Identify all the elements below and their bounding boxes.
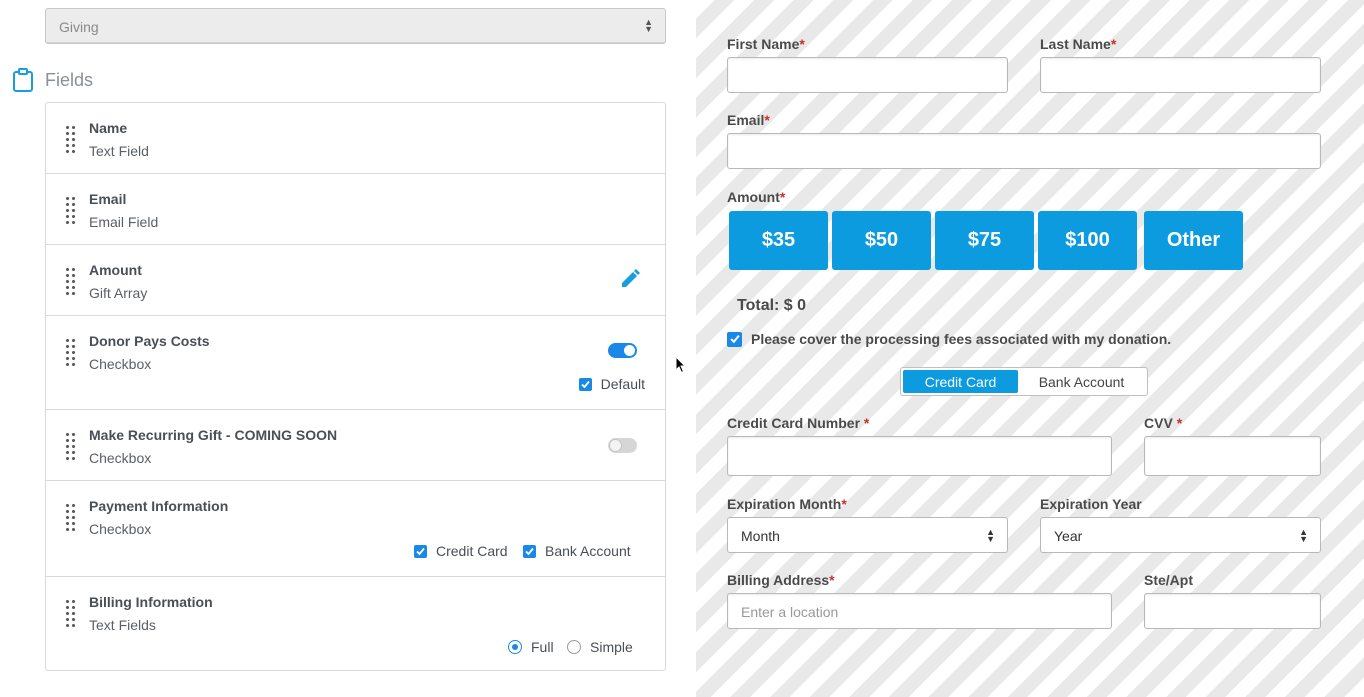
toggle-knob <box>624 345 635 356</box>
field-name: Name <box>89 120 128 136</box>
radio-selected-icon <box>508 640 522 654</box>
email-label: Email* <box>727 112 770 128</box>
clipboard-icon <box>13 68 33 92</box>
field-row-name[interactable]: Name Text Field <box>46 103 665 174</box>
cc-number-input[interactable] <box>727 436 1112 476</box>
checkbox-checked-icon <box>727 331 742 347</box>
field-name: Email <box>89 191 127 207</box>
cvv-input[interactable] <box>1144 436 1321 476</box>
checkbox-checked-icon <box>523 544 536 558</box>
payment-option-credit-card[interactable]: Credit Card <box>414 543 508 559</box>
select-arrows-icon: ▲ ▼ <box>1299 527 1308 544</box>
radio-unselected-icon <box>567 640 581 654</box>
cover-fees-label: Please cover the processing fees associa… <box>751 331 1172 347</box>
amount-button-other[interactable]: Other <box>1144 211 1243 270</box>
option-label: Full <box>531 639 554 655</box>
drag-handle-icon[interactable] <box>66 268 76 296</box>
billing-option-simple[interactable]: Simple <box>567 639 633 655</box>
ste-apt-input[interactable] <box>1144 593 1321 629</box>
field-row-payment-information[interactable]: Payment Information Checkbox Credit Card… <box>46 481 665 577</box>
checkbox-checked-icon <box>578 377 592 391</box>
last-name-input[interactable] <box>1040 57 1321 93</box>
field-row-amount[interactable]: Amount Gift Array <box>46 245 665 316</box>
field-row-billing-information[interactable]: Billing Information Text Fields Full Sim… <box>46 577 665 670</box>
donor-pays-toggle[interactable] <box>608 343 637 358</box>
tab-bank-account[interactable]: Bank Account <box>1018 370 1145 393</box>
field-type: Text Field <box>89 143 149 159</box>
first-name-input[interactable] <box>727 57 1008 93</box>
fields-title: Fields <box>45 69 94 90</box>
cvv-label: CVV * <box>1144 415 1183 431</box>
field-row-email[interactable]: Email Email Field <box>46 174 665 245</box>
payment-method-toggle: Credit Card Bank Account <box>900 367 1148 396</box>
amount-button-50[interactable]: $50 <box>832 211 931 270</box>
option-label: Credit Card <box>436 543 508 559</box>
drag-handle-icon[interactable] <box>66 600 76 628</box>
form-builder-panel: Giving ▲ ▼ Fields Name Text Field Email E… <box>0 0 690 697</box>
field-type: Checkbox <box>89 356 152 372</box>
drag-handle-icon[interactable] <box>66 504 76 532</box>
cover-fees-checkbox[interactable]: Please cover the processing fees associa… <box>727 331 1171 347</box>
tab-credit-card[interactable]: Credit Card <box>903 370 1018 393</box>
amount-button-35[interactable]: $35 <box>729 211 828 270</box>
exp-month-value: Month <box>741 528 780 544</box>
exp-month-select[interactable]: Month ▲ ▼ <box>727 517 1008 553</box>
first-name-label: First Name* <box>727 36 805 52</box>
default-label: Default <box>600 376 645 392</box>
drag-handle-icon[interactable] <box>66 126 76 154</box>
amount-label: Amount* <box>727 189 786 205</box>
cc-number-label: Credit Card Number * <box>727 415 870 431</box>
field-name: Amount <box>89 262 142 278</box>
field-name: Donor Pays Costs <box>89 333 210 349</box>
billing-address-input[interactable]: Enter a location <box>727 593 1112 629</box>
field-type: Gift Array <box>89 285 148 301</box>
exp-year-label: Expiration Year <box>1040 496 1142 512</box>
drag-handle-icon[interactable] <box>66 339 76 367</box>
field-type: Email Field <box>89 214 159 230</box>
billing-address-label: Billing Address* <box>727 572 835 588</box>
default-checkbox[interactable]: Default <box>578 376 645 392</box>
option-label: Simple <box>590 639 633 655</box>
field-type: Checkbox <box>89 450 152 466</box>
payment-option-bank-account[interactable]: Bank Account <box>523 543 631 559</box>
field-name: Payment Information <box>89 498 229 514</box>
field-type: Text Fields <box>89 617 156 633</box>
amount-button-100[interactable]: $100 <box>1038 211 1137 270</box>
last-name-label: Last Name* <box>1040 36 1117 52</box>
mouse-cursor-icon <box>675 356 686 374</box>
field-row-donor-pays-costs[interactable]: Donor Pays Costs Checkbox Default <box>46 316 665 410</box>
form-type-value: Giving <box>59 19 99 35</box>
field-type: Checkbox <box>89 521 152 537</box>
drag-handle-icon[interactable] <box>66 197 76 225</box>
checkbox-checked-icon <box>414 544 427 558</box>
email-input[interactable] <box>727 133 1321 169</box>
total-amount: Total: $ 0 <box>737 297 807 314</box>
field-name: Make Recurring Gift - COMING SOON <box>89 427 338 443</box>
field-row-recurring-gift[interactable]: Make Recurring Gift - COMING SOON Checkb… <box>46 410 665 481</box>
ste-apt-label: Ste/Apt <box>1144 572 1193 588</box>
select-arrows-icon: ▲ ▼ <box>644 17 653 34</box>
exp-year-value: Year <box>1054 528 1083 544</box>
select-arrows-icon: ▲ ▼ <box>986 527 995 544</box>
exp-month-label: Expiration Month* <box>727 496 847 512</box>
recurring-gift-toggle[interactable] <box>608 438 637 453</box>
field-name: Billing Information <box>89 594 213 610</box>
field-list: Name Text Field Email Email Field Amount… <box>45 102 666 671</box>
form-type-select[interactable]: Giving ▲ ▼ <box>45 8 666 44</box>
amount-button-75[interactable]: $75 <box>935 211 1034 270</box>
toggle-knob <box>610 440 621 451</box>
drag-handle-icon[interactable] <box>66 433 76 461</box>
billing-option-full[interactable]: Full <box>508 639 554 655</box>
pencil-icon[interactable] <box>619 268 641 290</box>
exp-year-select[interactable]: Year ▲ ▼ <box>1040 517 1321 553</box>
fields-header: Fields <box>12 68 93 92</box>
option-label: Bank Account <box>545 543 631 559</box>
